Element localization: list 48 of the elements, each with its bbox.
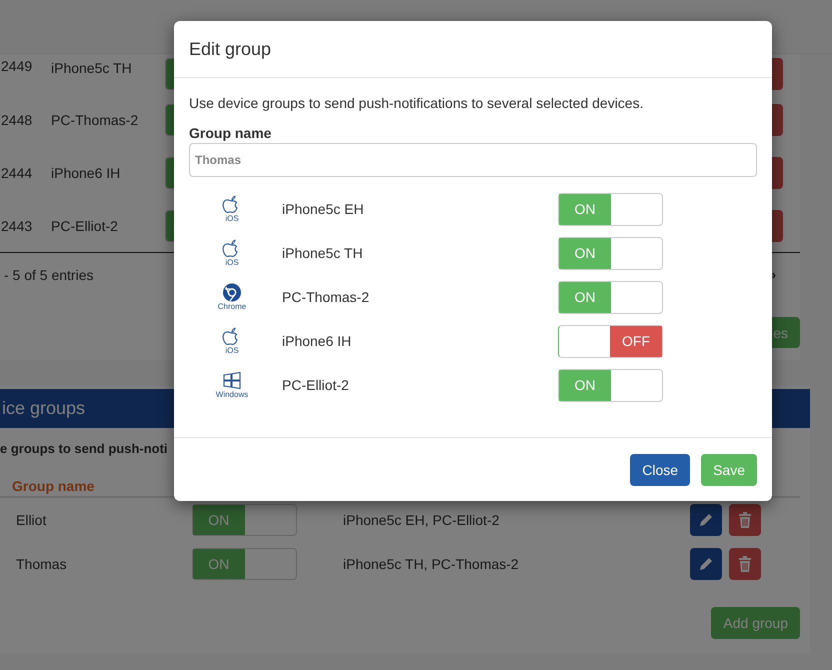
toggle-switch[interactable]: ON [558, 236, 663, 270]
windows-icon [221, 371, 243, 390]
device-name: iPhone6 IH [282, 333, 352, 349]
intro-text: Use device groups to send push-notifications to several selected devices. [189, 94, 644, 113]
table-cell-text: PC-Elliot-2 [51, 217, 119, 236]
pencil-icon [698, 512, 714, 528]
platform-label: iOS [225, 214, 239, 223]
group-name-field[interactable]: Thomas [189, 143, 757, 177]
platform-label: Windows [216, 390, 248, 399]
platform-label: iOS [225, 346, 239, 355]
trash-icon [738, 512, 752, 528]
entries-info: - 5 of 5 entries [4, 267, 94, 285]
table-cell-text: 2448 [0, 112, 34, 128]
delete-button[interactable] [729, 548, 761, 580]
intro-text: e groups to send push-noti [0, 440, 169, 458]
table-cell-text: Elliot [15, 512, 48, 528]
save-button[interactable]: Save [701, 454, 757, 486]
field-label: Group name [189, 124, 272, 143]
chrome-icon [221, 283, 243, 302]
add-group-button[interactable]: Add group [711, 607, 800, 639]
table-cell-text: 2443 [0, 218, 34, 234]
close-button[interactable]: Close [630, 454, 690, 486]
pencil-icon [698, 556, 714, 572]
delete-button[interactable] [729, 504, 761, 536]
table-cell-text: iPhone6 IH [51, 164, 122, 183]
trash-icon [738, 556, 752, 572]
table-cell-text: 2444 [0, 165, 34, 181]
device-name: PC-Thomas-2 [282, 289, 370, 305]
table-cell-text: iPhone5c TH, PC-Thomas-2 [343, 556, 520, 572]
table-cell-text: 2449 [0, 58, 34, 74]
table-cell-text: PC-Thomas-2 [51, 111, 140, 130]
toggle-switch[interactable]: OFF [558, 324, 663, 358]
column-header: Group name [12, 478, 94, 494]
toggle-switch[interactable]: ON [558, 280, 663, 314]
toggle-switch[interactable]: ON [558, 192, 663, 226]
table-cell-text: iPhone5c TH [51, 59, 133, 78]
platform-label: Chrome [218, 302, 246, 311]
dialog-title: Edit group [189, 38, 272, 61]
edit-button[interactable] [690, 504, 722, 536]
toggle-switch[interactable]: ON [192, 548, 297, 580]
device-name: iPhone5c EH [282, 201, 365, 217]
device-name: iPhone5c TH [282, 245, 364, 261]
toggle-switch[interactable]: ON [192, 504, 297, 536]
toggle-switch[interactable]: ON [558, 368, 663, 402]
edit-button[interactable] [690, 548, 722, 580]
table-cell-text: iPhone5c EH, PC-Elliot-2 [343, 512, 500, 528]
platform-label: iOS [225, 258, 239, 267]
table-cell-text: Thomas [15, 556, 68, 572]
